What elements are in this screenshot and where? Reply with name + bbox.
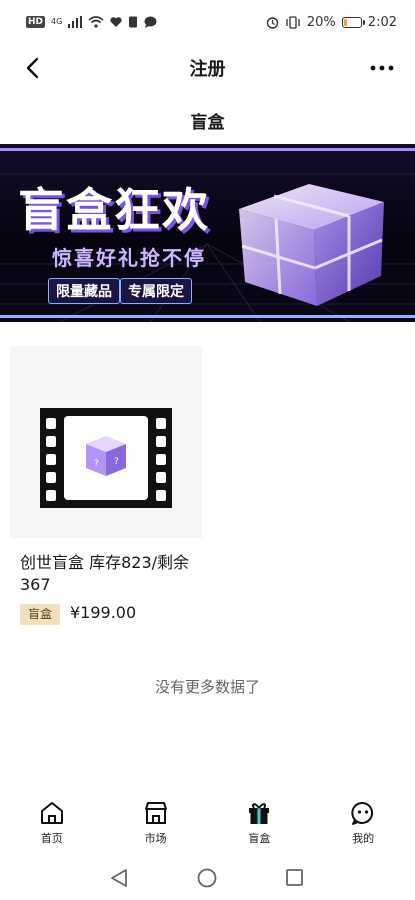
svg-text:?: ? — [114, 457, 119, 467]
alarm-icon — [266, 16, 279, 29]
nav-bar: 注册 — [0, 44, 415, 92]
cube-illustration — [239, 184, 384, 306]
section-title: 盲盒 — [190, 113, 225, 133]
hd-badge: HD — [26, 16, 46, 28]
wifi-icon — [88, 16, 104, 28]
tab-home[interactable]: 首页 — [0, 800, 104, 850]
banner-headline: 盲盒狂欢 — [18, 183, 210, 237]
battery-icon — [341, 16, 365, 28]
product-name[interactable]: 创世盲盒 库存823/剩余367 — [20, 552, 195, 596]
gift-icon — [249, 803, 270, 824]
film-frame-illustration: ? ? — [40, 408, 172, 508]
page-title: 注册 — [189, 59, 226, 80]
tab-market[interactable]: 市场 — [104, 800, 208, 850]
battery-level — [343, 18, 348, 26]
clock: 2:02 — [367, 14, 397, 30]
banner-subtitle: 惊喜好礼抢不停 — [52, 246, 206, 270]
profile-icon — [351, 801, 374, 825]
message-icon — [144, 16, 157, 28]
tab-label: 我的 — [352, 832, 375, 845]
home-icon — [40, 802, 63, 824]
tab-blindbox[interactable]: 盲盒 — [208, 800, 312, 850]
status-left: HD 4G — [26, 16, 157, 28]
heart-icon — [110, 17, 122, 27]
tab-label: 市场 — [144, 832, 167, 845]
more-icon[interactable] — [369, 56, 395, 80]
system-recents-icon[interactable] — [286, 869, 303, 886]
banner-tag-limited: 限量藏品 — [48, 278, 120, 304]
product-category-tag: 盲盒 — [20, 604, 61, 625]
banner-tag-exclusive: 专属限定 — [120, 278, 192, 304]
store-icon — [144, 802, 167, 824]
svg-text:?: ? — [94, 459, 99, 469]
notification-icon — [129, 16, 138, 28]
back-icon[interactable] — [22, 56, 46, 80]
signal-icon — [68, 16, 83, 28]
promo-banner[interactable]: 盲盒狂欢 惊喜好礼抢不停 限量藏品 专属限定 — [0, 144, 415, 322]
system-nav-bar — [111, 868, 303, 888]
product-image[interactable]: ? ? — [10, 346, 202, 538]
network-label: 4G — [51, 17, 63, 26]
tab-label: 首页 — [40, 832, 63, 845]
status-right: 20% 2:02 — [266, 15, 397, 30]
tab-profile[interactable]: 我的 — [311, 800, 415, 850]
system-home-icon[interactable] — [197, 868, 217, 888]
tab-label: 盲盒 — [248, 832, 271, 845]
battery-percent: 20% — [306, 14, 336, 30]
vibrate-icon — [286, 15, 300, 29]
no-more-data-text: 没有更多数据了 — [154, 678, 260, 696]
status-bar: HD 4G 20% 2:02 — [0, 0, 415, 44]
system-back-icon[interactable] — [111, 869, 127, 887]
product-price: ¥199.00 — [70, 603, 137, 622]
bottom-tab-bar: 首页 市场 盲盒 我的 — [0, 800, 415, 850]
